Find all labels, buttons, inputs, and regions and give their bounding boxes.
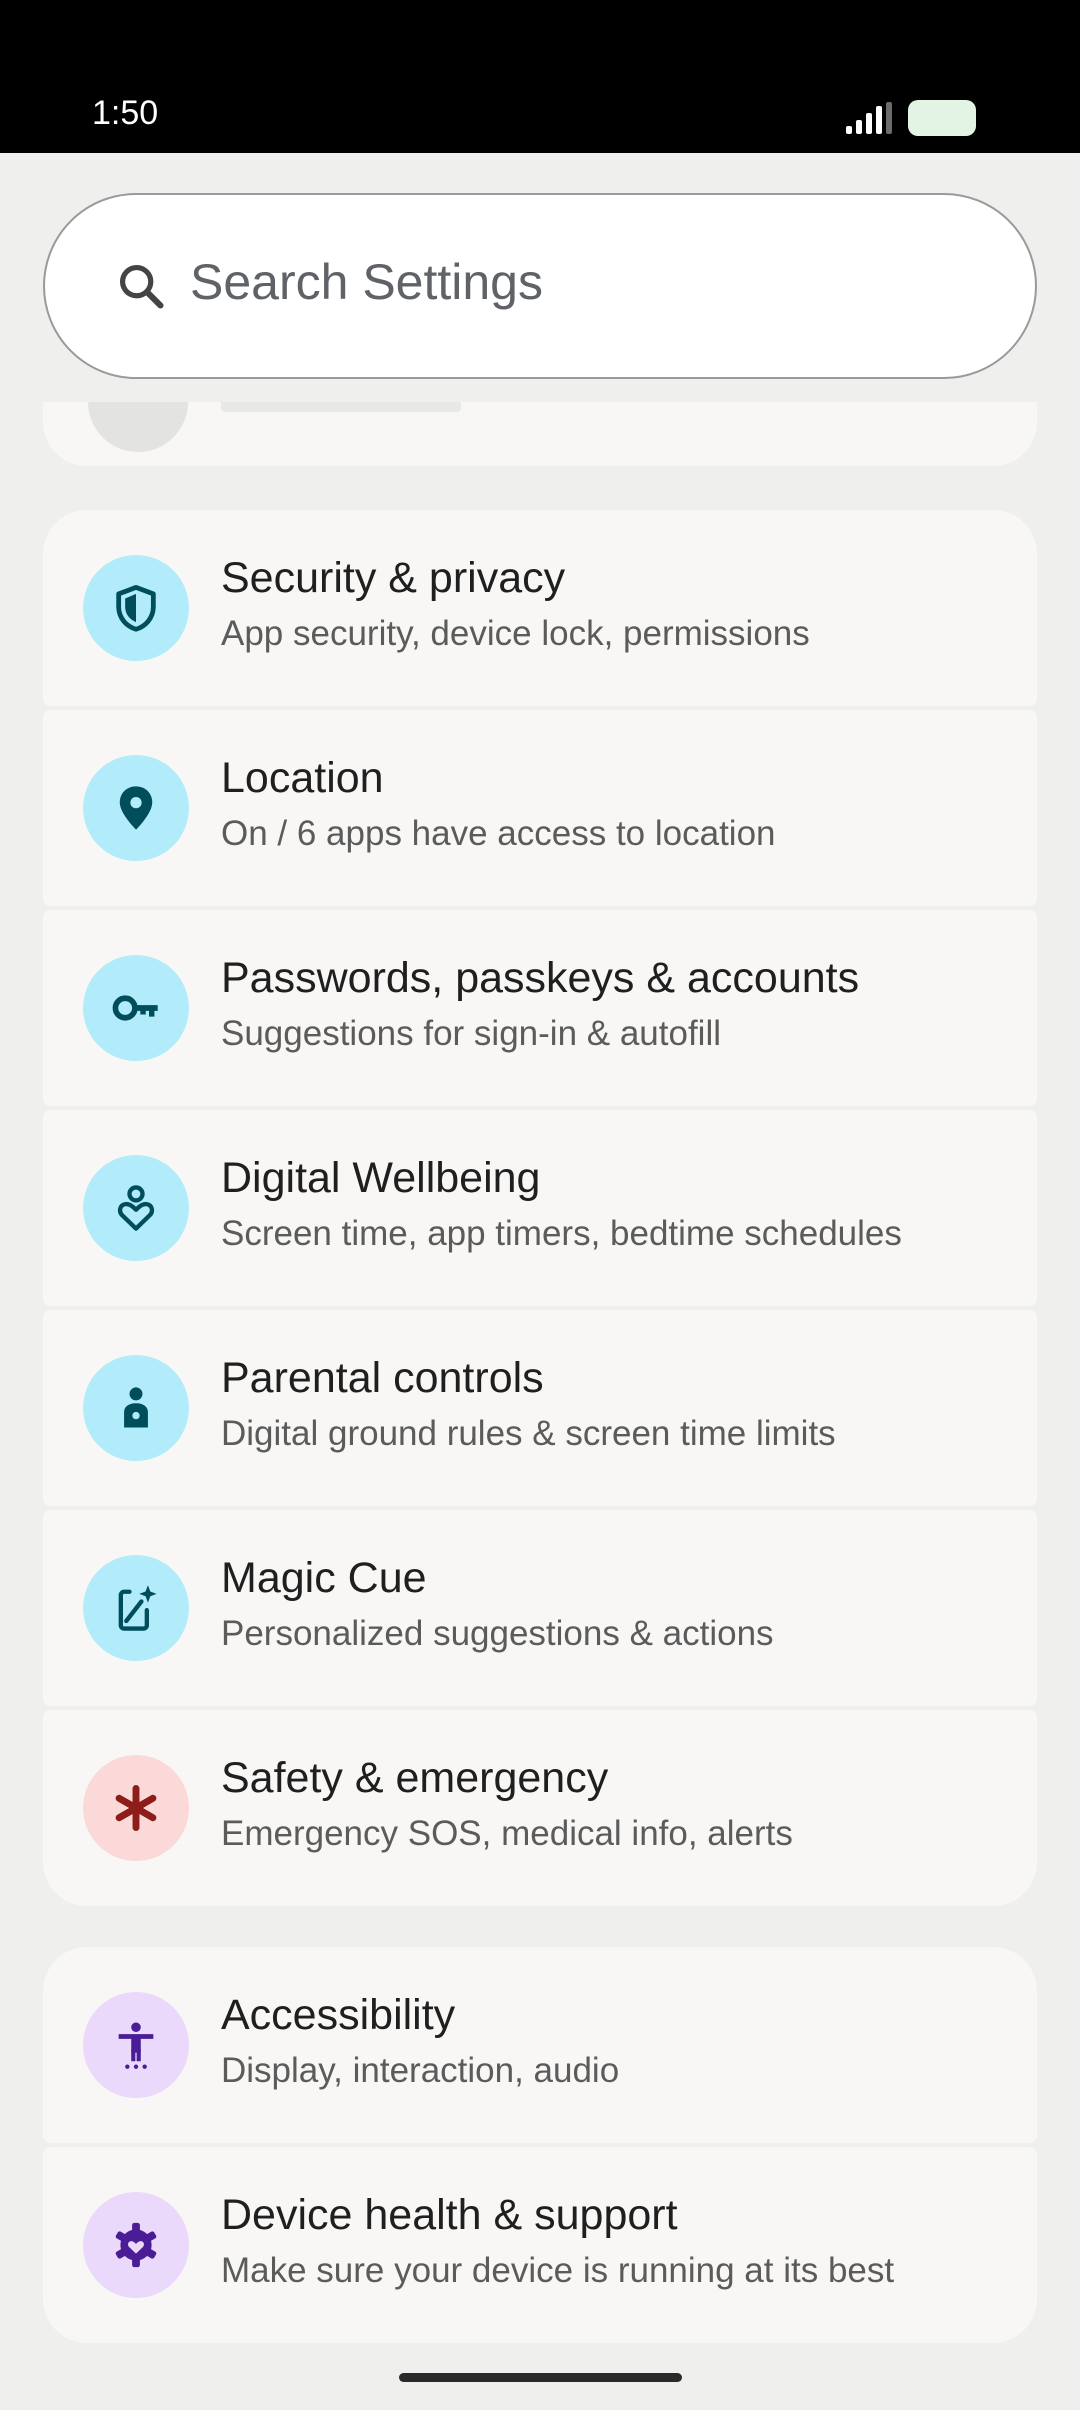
shield-icon — [83, 555, 189, 661]
item-subtitle: App security, device lock, permissions — [221, 614, 810, 653]
gesture-nav-handle[interactable] — [399, 2373, 682, 2382]
item-subtitle: Make sure your device is running at its … — [221, 2251, 895, 2290]
wellbeing-icon — [83, 1155, 189, 1261]
status-time: 1:50 — [92, 94, 159, 132]
gear-heart-icon — [83, 2192, 189, 2298]
search-icon — [119, 264, 164, 309]
item-title: Passwords, passkeys & accounts — [221, 954, 860, 1002]
item-title: Magic Cue — [221, 1554, 427, 1602]
item-title: Digital Wellbeing — [221, 1154, 541, 1202]
item-subtitle: Emergency SOS, medical info, alerts — [221, 1814, 793, 1853]
settings-item-safety-emergency[interactable]: Safety & emergency Emergency SOS, medica… — [43, 1710, 1037, 1906]
item-title: Safety & emergency — [221, 1754, 609, 1802]
settings-item-location[interactable]: Location On / 6 apps have access to loca… — [43, 710, 1037, 906]
item-subtitle: Suggestions for sign-in & autofill — [221, 1014, 721, 1053]
accessibility-icon — [83, 1992, 189, 2098]
settings-item-magic-cue[interactable]: Magic Cue Personalized suggestions & act… — [43, 1510, 1037, 1706]
item-title: Device health & support — [221, 2191, 678, 2239]
status-bar: 1:50 — [0, 0, 1080, 153]
item-subtitle: Digital ground rules & screen time limit… — [221, 1414, 836, 1453]
item-subtitle: Personalized suggestions & actions — [221, 1614, 774, 1653]
location-pin-icon — [83, 755, 189, 861]
magic-phone-icon — [83, 1555, 189, 1661]
partial-avatar — [88, 402, 188, 452]
partial-list-item[interactable] — [43, 402, 1037, 466]
settings-item-accessibility[interactable]: Accessibility Display, interaction, audi… — [43, 1947, 1037, 2143]
item-subtitle: Screen time, app timers, bedtime schedul… — [221, 1214, 902, 1253]
partial-text — [221, 402, 461, 412]
search-bar[interactable]: Search Settings — [43, 193, 1037, 379]
settings-item-device-health[interactable]: Device health & support Make sure your d… — [43, 2147, 1037, 2343]
item-subtitle: Display, interaction, audio — [221, 2051, 620, 2090]
item-title: Location — [221, 754, 384, 802]
item-title: Parental controls — [221, 1354, 544, 1402]
item-title: Accessibility — [221, 1991, 456, 2039]
settings-item-parental-controls[interactable]: Parental controls Digital ground rules &… — [43, 1310, 1037, 1506]
settings-item-passwords[interactable]: Passwords, passkeys & accounts Suggestio… — [43, 910, 1037, 1106]
item-title: Security & privacy — [221, 554, 566, 602]
asterisk-icon — [83, 1755, 189, 1861]
settings-item-security-privacy[interactable]: Security & privacy App security, device … — [43, 510, 1037, 706]
item-subtitle: On / 6 apps have access to location — [221, 814, 776, 853]
signal-icon — [846, 102, 892, 134]
search-placeholder: Search Settings — [190, 254, 543, 310]
child-icon — [83, 1355, 189, 1461]
settings-item-digital-wellbeing[interactable]: Digital Wellbeing Screen time, app timer… — [43, 1110, 1037, 1306]
key-icon — [83, 955, 189, 1061]
battery-icon — [908, 100, 976, 136]
